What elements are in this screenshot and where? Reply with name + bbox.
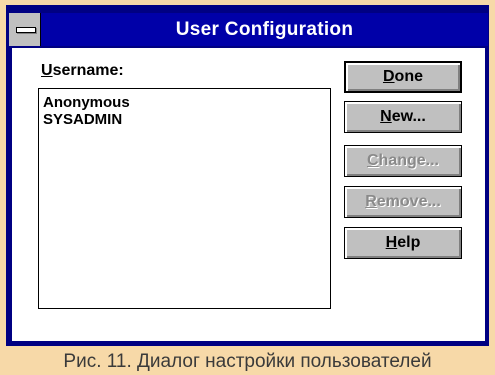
figure-caption: Рис. 11. Диалог настройки пользователей xyxy=(0,348,495,375)
change-button[interactable]: Change... xyxy=(344,145,462,177)
system-menu-icon xyxy=(16,27,36,33)
username-label: Username: xyxy=(41,62,124,80)
new-label: ew... xyxy=(391,108,426,125)
username-listbox[interactable]: Anonymous SYSADMIN xyxy=(38,88,331,309)
change-mnemonic: C xyxy=(366,152,379,169)
window-title: User Configuration xyxy=(175,19,354,40)
remove-mnemonic: R xyxy=(365,193,377,210)
system-menu-button[interactable] xyxy=(9,13,41,46)
remove-label: emove... xyxy=(376,193,441,210)
done-mnemonic: D xyxy=(382,68,395,85)
list-item[interactable]: Anonymous xyxy=(43,94,330,111)
done-label: one xyxy=(394,68,423,85)
new-mnemonic: N xyxy=(380,108,392,125)
username-label-text: sername: xyxy=(52,62,124,79)
remove-button[interactable]: Remove... xyxy=(344,186,462,218)
username-label-mnemonic: U xyxy=(41,62,53,79)
done-button[interactable]: Done xyxy=(344,61,462,93)
list-item[interactable]: SYSADMIN xyxy=(43,111,330,128)
help-button[interactable]: Help xyxy=(344,227,462,259)
change-label: hange... xyxy=(378,152,439,169)
new-button[interactable]: New... xyxy=(344,101,462,133)
help-mnemonic: H xyxy=(385,234,398,251)
help-label: elp xyxy=(397,234,421,251)
